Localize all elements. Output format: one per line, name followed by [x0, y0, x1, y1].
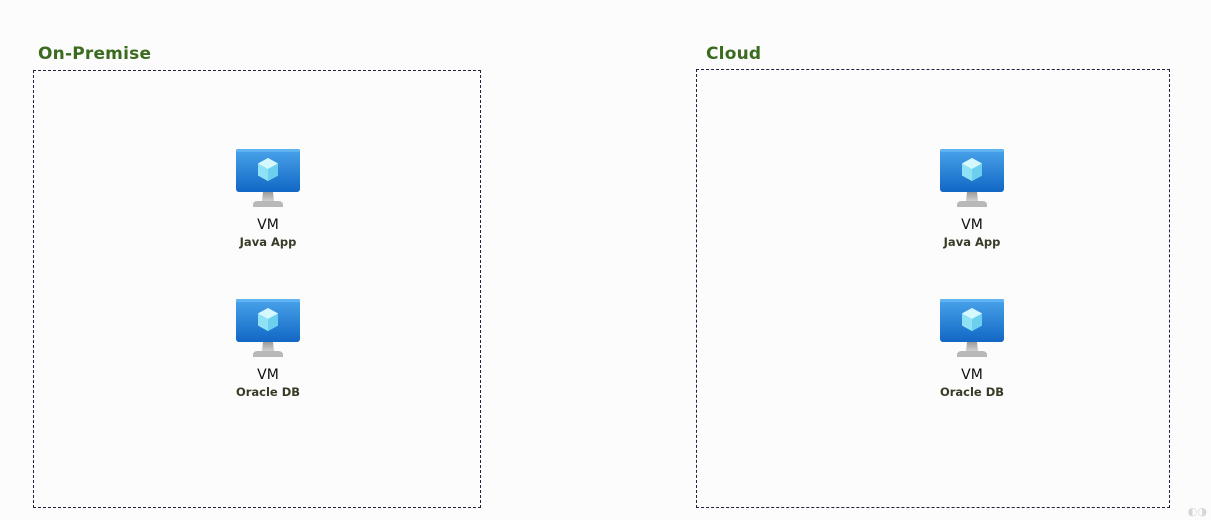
azure-vm-icon	[940, 299, 1004, 359]
watermark-logo: ◐◑	[1187, 505, 1207, 518]
node-sublabel: Java App	[943, 235, 1001, 249]
on-premise-oracle-vm-node[interactable]: VM Oracle DB	[198, 299, 338, 399]
cloud-oracle-vm-node[interactable]: VM Oracle DB	[902, 299, 1042, 399]
node-label: VM	[257, 217, 279, 233]
node-sublabel: Oracle DB	[939, 385, 1005, 399]
azure-vm-icon	[940, 149, 1004, 209]
on-premise-group-title: On-Premise	[38, 44, 152, 64]
cloud-java-vm-node[interactable]: VM Java App	[902, 149, 1042, 249]
node-label: VM	[961, 217, 983, 233]
node-label: VM	[257, 367, 279, 383]
azure-vm-icon	[236, 299, 300, 359]
cloud-group-title: Cloud	[706, 44, 762, 64]
on-premise-java-vm-node[interactable]: VM Java App	[198, 149, 338, 249]
cloud-group-box[interactable]	[696, 69, 1170, 508]
on-premise-group-box[interactable]	[33, 70, 481, 508]
azure-vm-icon	[236, 149, 300, 209]
node-label: VM	[961, 367, 983, 383]
node-sublabel: Java App	[239, 235, 297, 249]
diagram-canvas: On-Premise VM Java App VM Oracle DB Clou…	[0, 0, 1211, 520]
node-sublabel: Oracle DB	[235, 385, 301, 399]
